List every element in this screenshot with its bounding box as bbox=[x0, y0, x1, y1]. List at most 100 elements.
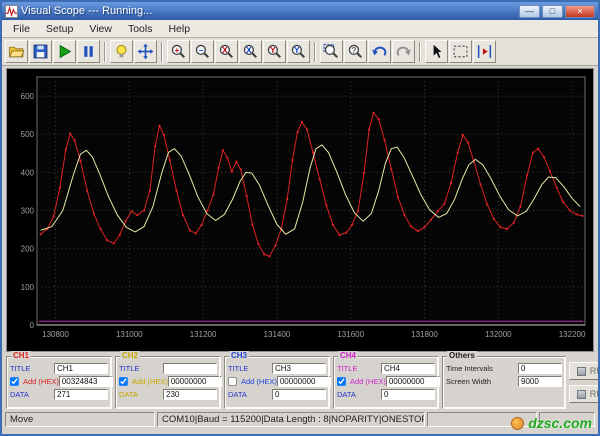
zoom-out-icon[interactable]: − bbox=[191, 40, 214, 63]
run-icon bbox=[576, 389, 586, 399]
pause-icon[interactable] bbox=[77, 40, 100, 63]
toolbar-separator bbox=[161, 41, 163, 62]
title-label-ch1: TITLE bbox=[10, 364, 31, 373]
title-input-ch2[interactable] bbox=[163, 363, 217, 374]
data-value-ch2[interactable] bbox=[163, 389, 217, 400]
run-icon bbox=[576, 366, 586, 376]
menu-file[interactable]: File bbox=[5, 22, 38, 36]
toolbar-separator bbox=[314, 41, 316, 62]
move-icon[interactable] bbox=[134, 40, 157, 63]
plot-area[interactable]: 0 100 200 300 400 500 600 130800 131000 131200 131… bbox=[6, 68, 594, 352]
channel-group-4: CH4 TITLE Add (HEX) DATA bbox=[333, 351, 440, 409]
visual-scope-window: Visual Scope --- Running... — □ × File S… bbox=[0, 0, 600, 436]
data-label-ch2: DATA bbox=[119, 390, 138, 399]
add-hex-checkbox-ch4[interactable] bbox=[337, 377, 346, 386]
data-value-ch1[interactable] bbox=[54, 389, 108, 400]
status-message: Move bbox=[5, 412, 155, 427]
svg-text:?: ? bbox=[351, 46, 356, 55]
run-button-label: RUN bbox=[589, 366, 598, 376]
svg-text:130800: 130800 bbox=[42, 330, 69, 339]
status-extra-2 bbox=[539, 412, 595, 427]
data-label-ch4: DATA bbox=[337, 390, 356, 399]
channel-panel: CH1 TITLE Add (HEX) DATA CH2 TITLE bbox=[2, 351, 598, 410]
title-input-ch1[interactable] bbox=[54, 363, 108, 374]
svg-text:132000: 132000 bbox=[485, 330, 512, 339]
open-folder-icon[interactable] bbox=[5, 40, 28, 63]
zoom-in-icon[interactable]: + bbox=[167, 40, 190, 63]
toolbar-separator bbox=[419, 41, 421, 62]
play-icon[interactable] bbox=[53, 40, 76, 63]
run-column: RUN RUN bbox=[569, 356, 598, 409]
save-icon[interactable] bbox=[29, 40, 52, 63]
svg-text:+: + bbox=[175, 46, 180, 55]
maximize-button[interactable]: □ bbox=[542, 4, 563, 18]
close-button[interactable]: × bbox=[565, 4, 595, 18]
svg-text:132200: 132200 bbox=[559, 330, 586, 339]
toolbar: + − X X Y Y? bbox=[2, 38, 598, 66]
add-hex-input-ch3[interactable] bbox=[276, 376, 331, 387]
add-hex-label-ch2: Add (HEX) bbox=[132, 377, 168, 386]
data-value-ch3[interactable] bbox=[272, 389, 326, 400]
run-button-2[interactable]: RUN bbox=[569, 385, 598, 403]
zoom-x-out-icon[interactable]: X bbox=[239, 40, 262, 63]
status-connection: COM10|Baud = 115200|Data Length : 8|NOPA… bbox=[157, 412, 425, 427]
add-hex-label-ch4: Add (HEX) bbox=[350, 377, 386, 386]
undo-icon[interactable] bbox=[368, 40, 391, 63]
svg-text:131200: 131200 bbox=[190, 330, 217, 339]
select-rect-icon[interactable] bbox=[449, 40, 472, 63]
bulb-icon[interactable] bbox=[110, 40, 133, 63]
run-button-1[interactable]: RUN bbox=[569, 362, 598, 380]
screen-width-input[interactable] bbox=[518, 376, 562, 387]
minimize-button[interactable]: — bbox=[519, 4, 540, 18]
svg-text:−: − bbox=[199, 46, 204, 55]
menu-tools[interactable]: Tools bbox=[120, 22, 161, 36]
zoom-window-icon[interactable] bbox=[320, 40, 343, 63]
zoom-x-in-icon[interactable]: X bbox=[215, 40, 238, 63]
data-label-ch1: DATA bbox=[10, 390, 29, 399]
svg-text:131800: 131800 bbox=[411, 330, 438, 339]
menu-help[interactable]: Help bbox=[160, 22, 198, 36]
add-hex-input-ch4[interactable] bbox=[385, 376, 440, 387]
window-title: Visual Scope --- Running... bbox=[21, 5, 153, 17]
add-hex-checkbox-ch3[interactable] bbox=[228, 377, 237, 386]
pointer-icon[interactable] bbox=[425, 40, 448, 63]
title-bar[interactable]: Visual Scope --- Running... — □ × bbox=[2, 2, 598, 20]
toolbar-separator bbox=[104, 41, 106, 62]
svg-text:300: 300 bbox=[21, 207, 35, 216]
add-hex-checkbox-ch2[interactable] bbox=[119, 377, 128, 386]
time-intervals-input[interactable] bbox=[518, 363, 562, 374]
add-hex-input-ch1[interactable] bbox=[58, 376, 113, 387]
svg-text:500: 500 bbox=[21, 130, 35, 139]
data-label-ch3: DATA bbox=[228, 390, 247, 399]
add-hex-checkbox-ch1[interactable] bbox=[10, 377, 19, 386]
status-bar: Move COM10|Baud = 115200|Data Length : 8… bbox=[2, 410, 598, 430]
channel-caption-ch1: CH1 bbox=[11, 351, 32, 361]
run-button-label: RUN bbox=[589, 389, 598, 399]
title-label-ch2: TITLE bbox=[119, 364, 140, 373]
svg-text:200: 200 bbox=[21, 245, 35, 254]
app-icon bbox=[5, 4, 18, 18]
svg-text:100: 100 bbox=[21, 283, 35, 292]
redo-icon[interactable] bbox=[392, 40, 415, 63]
zoom-question-icon[interactable]: ? bbox=[344, 40, 367, 63]
add-hex-input-ch2[interactable] bbox=[167, 376, 222, 387]
svg-text:131400: 131400 bbox=[264, 330, 291, 339]
time-intervals-label: Time Intervals bbox=[446, 364, 493, 373]
others-caption: Others bbox=[447, 351, 477, 361]
zoom-y-out-icon[interactable]: Y bbox=[287, 40, 310, 63]
oscilloscope-chart[interactable]: 0 100 200 300 400 500 600 130800 131000 131200 131… bbox=[7, 69, 593, 351]
title-input-ch3[interactable] bbox=[272, 363, 326, 374]
add-hex-label-ch1: Add (HEX) bbox=[23, 377, 59, 386]
status-extra-1 bbox=[427, 412, 537, 427]
channel-caption-ch2: CH2 bbox=[120, 351, 141, 361]
markers-icon[interactable] bbox=[473, 40, 496, 63]
zoom-y-in-icon[interactable]: Y bbox=[263, 40, 286, 63]
channel-group-3: CH3 TITLE Add (HEX) DATA bbox=[224, 351, 331, 409]
title-input-ch4[interactable] bbox=[381, 363, 435, 374]
channel-group-2: CH2 TITLE Add (HEX) DATA bbox=[115, 351, 222, 409]
menu-view[interactable]: View bbox=[81, 22, 120, 36]
svg-text:600: 600 bbox=[21, 92, 35, 101]
menu-setup[interactable]: Setup bbox=[38, 22, 81, 36]
data-value-ch4[interactable] bbox=[381, 389, 435, 400]
channel-caption-ch3: CH3 bbox=[229, 351, 250, 361]
